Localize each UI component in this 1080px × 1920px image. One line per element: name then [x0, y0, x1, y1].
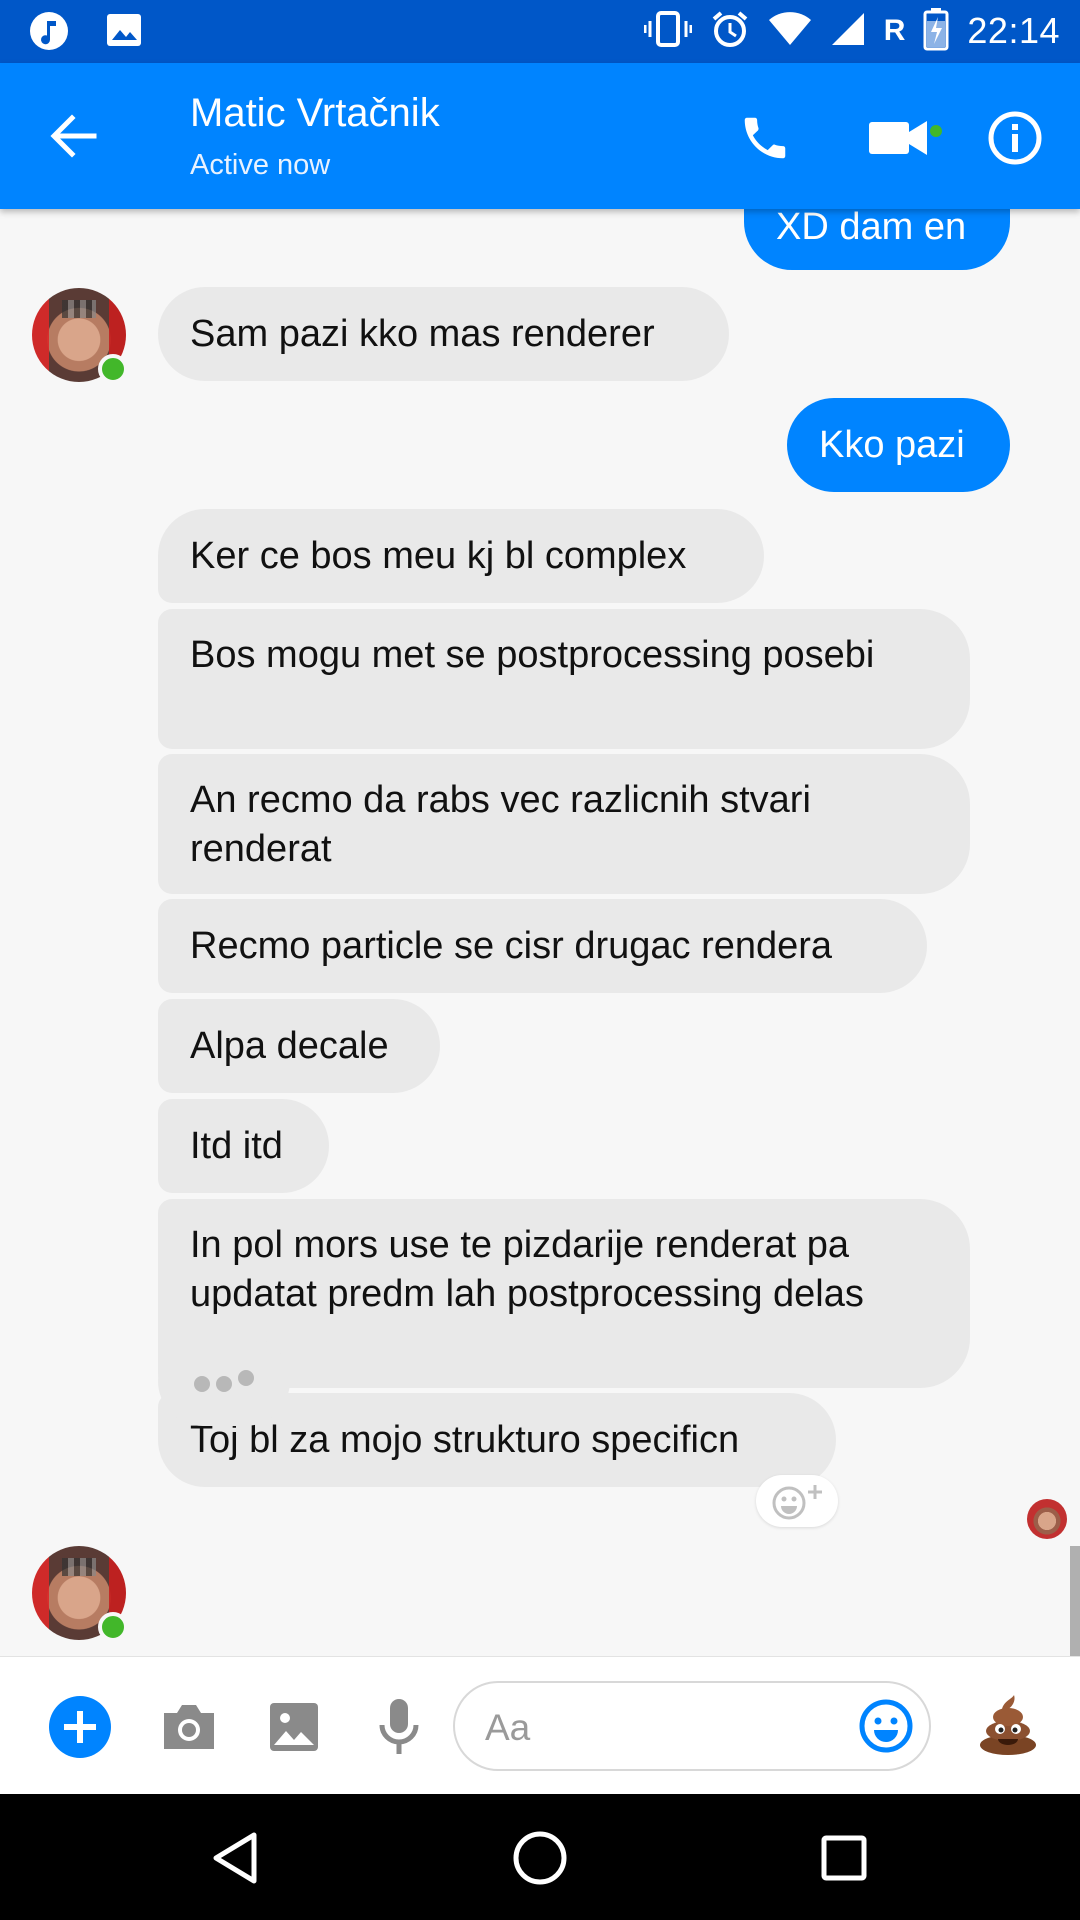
back-triangle-icon [213, 1832, 257, 1884]
message-outgoing[interactable]: Kko pazi [787, 398, 1010, 492]
poop-emoji-icon [980, 1695, 1036, 1755]
seen-indicator-avatar [1027, 1499, 1067, 1539]
music-icon [28, 10, 70, 57]
nav-recents-button[interactable] [808, 1822, 880, 1894]
status-bar: R 22:14 [0, 0, 1080, 63]
gallery-icon [270, 1703, 318, 1751]
back-arrow-icon [50, 114, 97, 158]
add-reaction-button[interactable] [756, 1475, 838, 1527]
message-input[interactable] [483, 1701, 827, 1755]
call-button[interactable] [730, 103, 800, 173]
message-incoming[interactable]: Sam pazi kko mas renderer [158, 287, 729, 381]
video-call-button[interactable] [858, 103, 948, 173]
camera-icon [164, 1705, 214, 1749]
message-list[interactable]: XD dam en Sam pazi kko mas renderer Kko … [0, 209, 1080, 1656]
gallery-button[interactable] [262, 1695, 326, 1759]
info-icon [988, 111, 1042, 165]
info-button[interactable] [980, 103, 1050, 173]
microphone-icon [379, 1699, 419, 1754]
camera-button[interactable] [157, 1695, 221, 1759]
message-outgoing[interactable]: XD dam en [744, 209, 1010, 270]
nav-back-button[interactable] [199, 1822, 271, 1894]
conversation-header: Matic Vrtačnik Active now [0, 63, 1080, 209]
message-incoming[interactable]: Itd itd [158, 1099, 329, 1193]
message-composer [0, 1656, 1080, 1795]
plus-icon [49, 1696, 111, 1758]
system-navigation-bar [0, 1794, 1080, 1920]
home-circle-icon [513, 1831, 567, 1885]
message-input-box[interactable] [453, 1681, 931, 1771]
message-incoming[interactable]: An recmo da rabs vec razlicnih stvari re… [158, 754, 970, 894]
roaming-indicator: R [883, 14, 906, 47]
scrollbar[interactable] [1070, 1546, 1080, 1656]
typing-indicator [158, 1336, 290, 1426]
message-incoming[interactable]: Alpa decale [158, 999, 440, 1093]
phone-icon [744, 117, 786, 159]
add-reaction-icon [772, 1485, 822, 1520]
image-notification-icon [104, 10, 144, 57]
alarm-icon [710, 9, 750, 54]
active-status: Active now [190, 149, 331, 181]
emoji-button[interactable] [859, 1699, 913, 1758]
message-incoming[interactable]: Recmo particle se cisr drugac rendera [158, 899, 927, 993]
back-button[interactable] [38, 105, 108, 167]
message-incoming[interactable]: Bos mogu met se postprocessing posebi [158, 609, 970, 749]
clock: 22:14 [967, 10, 1060, 51]
wifi-icon [768, 11, 812, 52]
contact-name[interactable]: Matic Vrtačnik [190, 91, 440, 136]
signal-icon [830, 11, 866, 52]
nav-home-button[interactable] [504, 1822, 576, 1894]
quick-reaction-button[interactable] [974, 1691, 1042, 1759]
online-indicator [98, 1612, 128, 1642]
recents-square-icon [821, 1835, 867, 1881]
video-camera-icon [869, 121, 942, 155]
battery-charging-icon [923, 7, 949, 56]
more-actions-button[interactable] [48, 1695, 112, 1759]
message-incoming[interactable]: Ker ce bos meu kj bl complex [158, 509, 764, 603]
voice-message-button[interactable] [367, 1695, 431, 1759]
online-indicator [98, 354, 128, 384]
vibrate-icon [643, 9, 693, 54]
emoji-icon [859, 1699, 913, 1753]
